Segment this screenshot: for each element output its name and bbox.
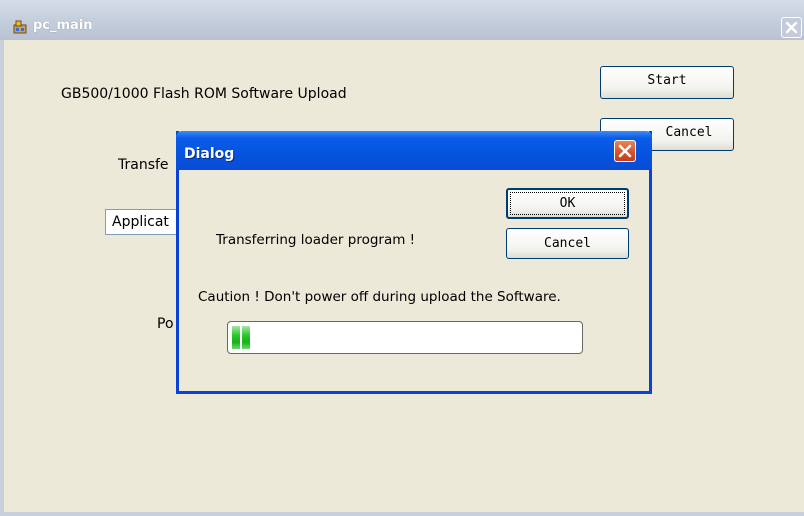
- caution-text: Caution ! Don't power off during upload …: [198, 289, 561, 305]
- app-icon: [13, 19, 27, 34]
- main-window-title: pc_main: [33, 18, 93, 33]
- progress-block: [232, 326, 240, 349]
- window-frame-bottom: [0, 512, 804, 516]
- dialog-window: Dialog OK Cancel Transferring loader pro…: [176, 131, 652, 394]
- transfer-label: Transfe: [118, 157, 169, 173]
- main-titlebar[interactable]: pc_main: [0, 0, 804, 40]
- progress-block: [242, 326, 250, 349]
- main-close-button[interactable]: [781, 17, 802, 38]
- dialog-cancel-button[interactable]: Cancel: [506, 228, 629, 259]
- start-button[interactable]: Start: [600, 66, 734, 99]
- progress-bar: [227, 321, 583, 354]
- window-frame-left: [0, 40, 4, 516]
- ok-button[interactable]: OK: [506, 188, 629, 219]
- dialog-title: Dialog: [184, 146, 235, 162]
- port-label: Po: [157, 316, 174, 332]
- application-select[interactable]: Applicat: [105, 209, 185, 235]
- close-icon: [618, 144, 632, 158]
- dialog-close-button[interactable]: [614, 140, 636, 162]
- upload-heading: GB500/1000 Flash ROM Software Upload: [61, 86, 347, 102]
- progress-fill: [232, 326, 253, 349]
- dialog-titlebar[interactable]: Dialog: [176, 131, 652, 170]
- status-text: Transferring loader program !: [216, 232, 416, 248]
- close-icon: [785, 21, 798, 34]
